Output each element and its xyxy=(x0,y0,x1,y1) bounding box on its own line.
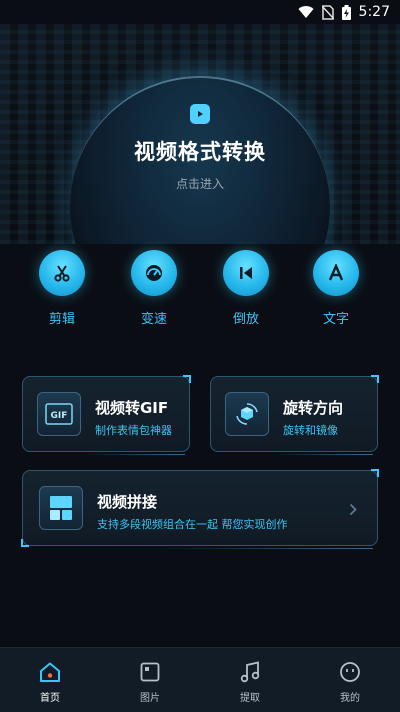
card-corner xyxy=(21,539,29,547)
wifi-icon xyxy=(298,5,314,19)
svg-text:GIF: GIF xyxy=(51,411,68,421)
card-title: 旋转方向 xyxy=(283,399,344,417)
hero-subtitle: 点击进入 xyxy=(175,177,224,191)
nav-label: 图片 xyxy=(140,693,160,704)
nav-extract[interactable]: 提取 xyxy=(220,660,280,704)
bottom-nav: 首页 图片 提取 我的 xyxy=(0,647,400,712)
video-merge-card[interactable]: 视频拼接 支持多段视频组合在一起 帮您实现创作 xyxy=(21,469,379,549)
nav-profile[interactable]: 我的 xyxy=(320,660,380,704)
tool-label: 倒放 xyxy=(232,312,259,327)
image-icon xyxy=(120,660,180,684)
card-subtitle: 旋转和镜像 xyxy=(283,424,338,437)
video-format-convert-banner[interactable]: 视频格式转换 点击进入 xyxy=(0,24,400,244)
status-time: 5:27 xyxy=(358,4,390,20)
hero-title: 视频格式转换 xyxy=(134,140,266,164)
nav-home[interactable]: 首页 xyxy=(20,660,80,704)
chevron-right-icon xyxy=(349,501,357,520)
tool-speed-button[interactable]: 变速 xyxy=(124,250,184,327)
rotate-cube-icon xyxy=(225,392,269,436)
tool-edit-button[interactable]: 剪辑 xyxy=(32,250,92,327)
no-sim-icon xyxy=(321,4,334,20)
home-icon xyxy=(20,660,80,684)
tool-text-button[interactable]: 文字 xyxy=(306,250,366,327)
nav-images[interactable]: 图片 xyxy=(120,660,180,704)
nav-label: 提取 xyxy=(240,693,260,704)
card-corner xyxy=(371,469,379,477)
card-title: 视频转GIF xyxy=(95,399,169,417)
music-icon xyxy=(220,660,280,684)
nav-label: 首页 xyxy=(40,693,60,704)
tool-reverse-button[interactable]: 倒放 xyxy=(216,250,276,327)
play-icon xyxy=(190,104,210,124)
nav-label: 我的 xyxy=(340,693,360,704)
video-to-gif-card[interactable]: GIF 视频转GIF 制作表情包神器 xyxy=(22,375,191,455)
battery-charging-icon xyxy=(341,4,351,20)
card-subtitle: 制作表情包神器 xyxy=(95,424,172,437)
grid-layout-icon xyxy=(39,486,83,530)
card-title: 视频拼接 xyxy=(97,493,158,511)
tool-label: 剪辑 xyxy=(48,312,75,327)
profile-icon xyxy=(320,660,380,684)
card-corner xyxy=(371,375,379,383)
tool-label: 变速 xyxy=(140,312,167,327)
text-a-icon xyxy=(313,250,359,296)
tool-label: 文字 xyxy=(322,312,349,327)
gif-icon: GIF xyxy=(37,392,81,436)
rotate-card[interactable]: 旋转方向 旋转和镜像 xyxy=(210,375,379,455)
skip-back-icon xyxy=(223,250,269,296)
status-bar: 5:27 xyxy=(0,0,400,24)
speedometer-icon xyxy=(131,250,177,296)
tools-row: 剪辑 变速 倒放 文字 xyxy=(0,250,400,330)
card-subtitle: 支持多段视频组合在一起 帮您实现创作 xyxy=(97,518,288,531)
card-corner xyxy=(183,375,191,383)
scissors-icon xyxy=(39,250,85,296)
